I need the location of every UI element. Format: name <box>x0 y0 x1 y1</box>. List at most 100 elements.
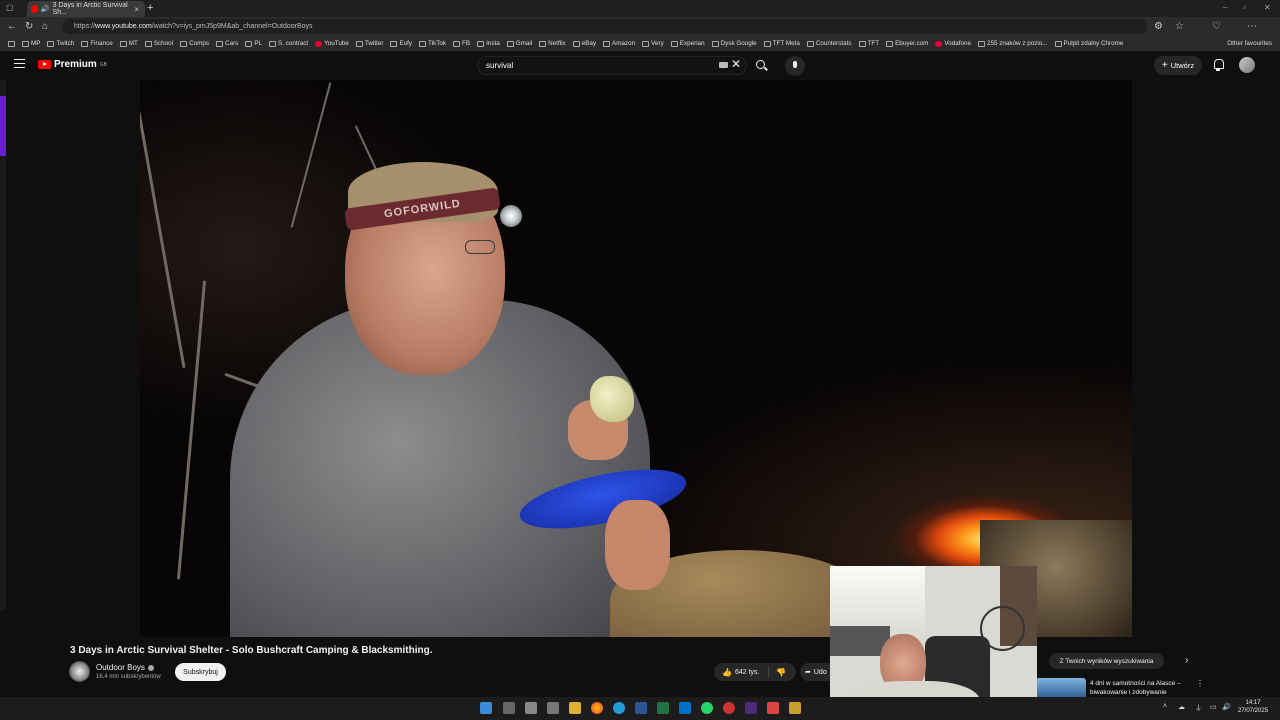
outlook-icon[interactable] <box>679 702 691 714</box>
bookmark-item[interactable]: Gmail <box>506 40 532 47</box>
tft-meta-icon <box>763 40 771 47</box>
search-input[interactable]: survival <box>477 56 747 75</box>
create-label: Utwórz <box>1170 61 1195 70</box>
channel-avatar[interactable] <box>69 661 90 682</box>
instagram-icon <box>477 40 485 47</box>
notifications-bell-icon[interactable] <box>1213 59 1224 71</box>
browser-menu-icon[interactable]: ▢ <box>6 3 14 12</box>
minimize-icon[interactable]: – <box>1223 3 1227 12</box>
keyboard-icon[interactable] <box>719 62 728 68</box>
bookmark-item[interactable]: Comps <box>180 40 209 47</box>
whatsapp-icon[interactable] <box>701 702 713 714</box>
reload-icon[interactable]: ↻ <box>25 21 33 32</box>
volume-icon[interactable]: 🔊 <box>1222 703 1231 711</box>
microphone-icon[interactable] <box>785 56 805 76</box>
bookmarks-menu-icon[interactable] <box>8 40 15 47</box>
app-purple-icon[interactable] <box>745 702 757 714</box>
extensions-icon[interactable]: ⚙ <box>1154 21 1163 32</box>
app-game-icon[interactable] <box>767 702 779 714</box>
bookmark-item[interactable]: TFT Meta <box>763 40 800 47</box>
bookmark-item[interactable]: Finance <box>81 40 113 47</box>
gmail-icon <box>506 40 514 47</box>
bookmark-item[interactable]: YouTube <box>315 40 349 47</box>
word-icon[interactable] <box>635 702 647 714</box>
bookmark-item[interactable]: Counterstats <box>806 40 852 47</box>
more-vert-icon[interactable]: ⋮ <box>1196 679 1204 688</box>
start-icon[interactable] <box>480 702 492 714</box>
bookmark-item[interactable]: Vodafone <box>935 40 971 47</box>
cloud-icon[interactable]: ☁ <box>1178 703 1185 711</box>
excel-icon[interactable] <box>657 702 669 714</box>
search-icon[interactable] <box>752 57 770 75</box>
like-button[interactable]: 👍 642 tys. <box>714 666 769 678</box>
chrome-icon[interactable] <box>591 702 603 714</box>
speaker-icon[interactable]: 🔊 <box>41 5 50 13</box>
chevron-right-icon[interactable]: › <box>1185 655 1188 666</box>
thumbs-down-icon[interactable]: 👎 <box>769 668 786 677</box>
bookmark-item[interactable]: Twitch <box>47 40 74 47</box>
clear-search-icon[interactable]: ✕ <box>731 57 741 71</box>
bookmark-item[interactable]: 255 znaków z pozio... <box>977 40 1048 47</box>
channel-name[interactable]: Outdoor Boys <box>96 663 154 672</box>
logo-country: GB <box>99 61 108 68</box>
bookmark-item[interactable]: TFT <box>858 40 879 47</box>
app-red-icon[interactable] <box>723 702 735 714</box>
maximize-icon[interactable]: ▫ <box>1243 3 1246 12</box>
tray-chevron-icon[interactable]: ˄ <box>1163 703 1167 710</box>
url-scheme: https:// <box>74 23 96 30</box>
collections-icon[interactable]: ♡ <box>1212 21 1221 32</box>
youtube-logo[interactable]: Premium GB <box>38 59 107 70</box>
search-results-chip[interactable]: Z Twoich wyników wyszukiwania <box>1049 653 1164 669</box>
bookmark-item[interactable]: Experian <box>670 40 705 47</box>
bookmark-item[interactable]: Twitter <box>355 40 383 47</box>
bookmark-item[interactable]: FB <box>453 40 470 47</box>
recommended-video-title[interactable]: 4 dni w samotności na Alasce – biwakowan… <box>1090 679 1195 697</box>
subscribe-button[interactable]: Subskrybuj <box>175 663 226 681</box>
folder-icon <box>977 40 985 47</box>
bookmark-item[interactable]: Pulpit zdalny Chrome <box>1054 40 1123 47</box>
app-yellow-icon[interactable] <box>789 702 801 714</box>
video-player[interactable]: GOFORWILD <box>140 80 1132 637</box>
usb-icon[interactable]: ⏚ <box>1195 703 1202 713</box>
purple-accent-bar <box>0 96 6 156</box>
edge-icon[interactable] <box>613 702 625 714</box>
folder-icon <box>81 40 89 47</box>
file-explorer-icon[interactable] <box>569 702 581 714</box>
bookmark-item[interactable]: Very <box>642 40 664 47</box>
widgets-icon[interactable] <box>547 702 559 714</box>
bookmark-item[interactable]: S. contract <box>269 40 308 47</box>
bookmark-item[interactable]: Eufy <box>390 40 412 47</box>
system-clock[interactable]: 14:17 27/07/2025 <box>1238 699 1268 715</box>
more-options-icon[interactable]: ⋯ <box>1247 21 1257 32</box>
browser-tab[interactable]: 🔊 3 Days in Arctic Survival Sh... × <box>27 1 145 17</box>
bookmark-item[interactable]: Cars <box>216 40 238 47</box>
bookmark-item[interactable]: Netflix <box>539 40 566 47</box>
address-bar[interactable]: https://www.youtube.com/watch?v=iys_pmJ5… <box>62 19 1147 34</box>
bookmark-item[interactable]: Dysk Google <box>711 40 757 47</box>
home-icon[interactable]: ⌂ <box>42 21 48 32</box>
ebuyer-icon <box>886 40 894 47</box>
bookmark-item[interactable]: MT <box>119 40 138 47</box>
favorites-icon[interactable]: ☆ <box>1175 21 1184 32</box>
account-avatar[interactable] <box>1239 57 1255 73</box>
bookmark-item[interactable]: PL <box>245 40 262 47</box>
back-icon[interactable]: ← <box>7 21 17 32</box>
window-close-icon[interactable]: ✕ <box>1264 3 1271 12</box>
bookmark-item[interactable]: TikTok <box>419 40 446 47</box>
ebay-icon <box>572 40 580 47</box>
create-button[interactable]: + Utwórz <box>1154 56 1202 75</box>
bookmark-item[interactable]: School <box>144 40 173 47</box>
tft-icon <box>858 40 866 47</box>
hamburger-menu-icon[interactable] <box>14 59 25 68</box>
new-tab-button[interactable]: + <box>147 2 153 14</box>
bookmark-item[interactable]: Ebuyer.com <box>886 40 928 47</box>
bookmark-item[interactable]: Insta <box>477 40 500 47</box>
network-icon[interactable]: ▭ <box>1210 703 1217 711</box>
search-taskbar-icon[interactable] <box>503 702 515 714</box>
bookmark-item[interactable]: Amazon <box>603 40 635 47</box>
bookmark-item[interactable]: MP <box>22 40 40 47</box>
task-view-icon[interactable] <box>525 702 537 714</box>
bookmark-item[interactable]: eBay <box>572 40 596 47</box>
other-favourites[interactable]: Other favourites <box>1227 40 1272 47</box>
tab-close-icon[interactable]: × <box>134 5 139 14</box>
